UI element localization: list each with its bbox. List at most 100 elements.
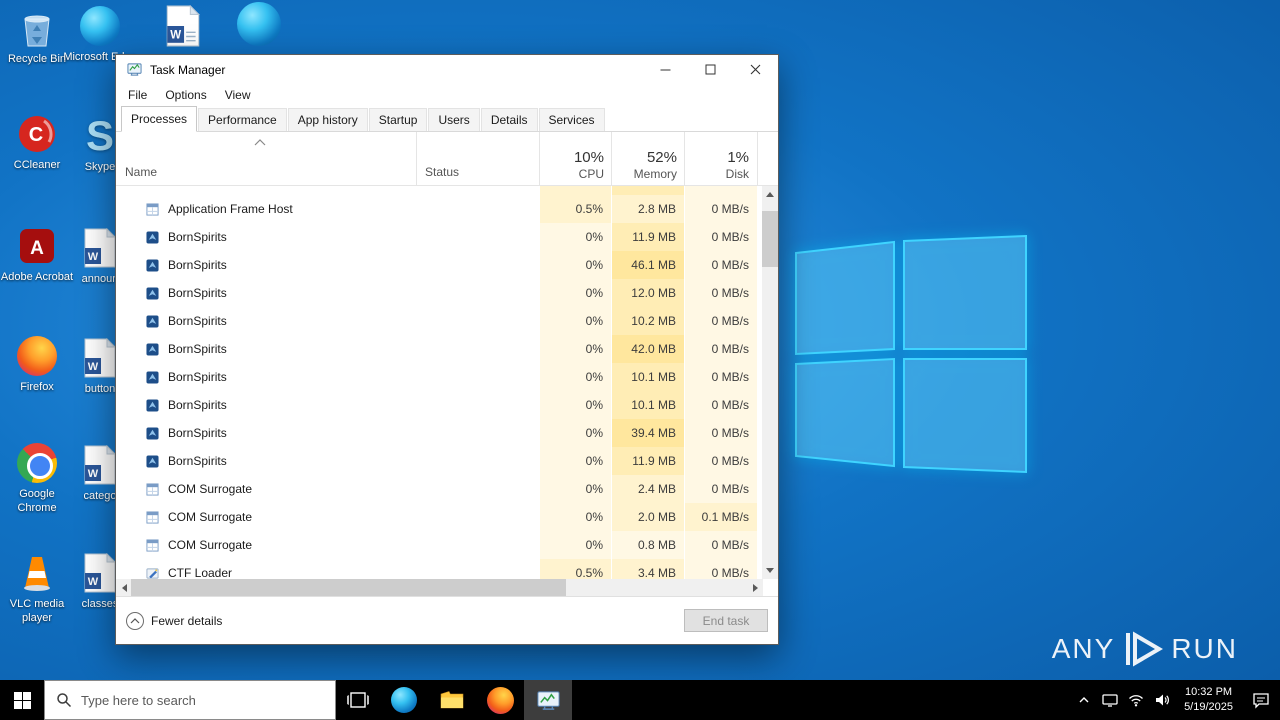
svg-text:A: A [30,238,44,259]
process-row[interactable]: BornSpirits 0% 11.9 MB 0 MB/s [116,447,763,475]
chrome-icon [15,441,59,485]
taskbar-file-explorer-button[interactable] [428,680,476,720]
process-row[interactable]: CTF Loader 0.5% 3.4 MB 0 MB/s [116,559,763,579]
column-header-cpu[interactable]: 10% CPU [539,149,604,181]
process-name: BornSpirits [168,398,227,412]
process-status [416,279,539,307]
anyrun-logo-icon [1123,630,1164,668]
process-status [416,503,539,531]
column-headers: Name Status 10% CPU 52% Memory 1% Disk [116,132,778,186]
process-cpu-value: 0% [539,251,611,279]
windows-start-icon [13,691,31,709]
tab-services[interactable]: Services [538,108,605,131]
process-row[interactable]: COM Surrogate 0% 2.0 MB 0.1 MB/s [116,503,763,531]
scroll-left-arrow[interactable] [116,579,132,596]
vertical-scrollbar[interactable] [762,186,778,579]
process-icon [146,426,159,440]
fewer-details-label: Fewer details [151,613,223,628]
column-header-memory[interactable]: 52% Memory [611,149,677,181]
menu-view[interactable]: View [216,88,260,102]
task-manager-app-icon [127,62,142,77]
network-tray-icon[interactable] [1123,680,1149,720]
vertical-scroll-thumb[interactable] [762,211,778,267]
process-row[interactable]: BornSpirits 0% 39.4 MB 0 MB/s [116,419,763,447]
column-header-name[interactable]: Name [125,165,157,179]
scroll-right-arrow[interactable] [747,579,763,596]
taskbar-search-box[interactable] [44,680,336,720]
menu-file[interactable]: File [119,88,156,102]
start-button[interactable] [0,680,44,720]
tab-app-history[interactable]: App history [287,108,368,131]
process-disk-value [684,186,757,195]
fewer-details-toggle[interactable]: Fewer details [126,611,223,630]
horizontal-scrollbar[interactable] [116,579,763,596]
process-status [416,447,539,475]
process-row[interactable]: COM Surrogate 0% 0.8 MB 0 MB/s [116,531,763,559]
process-row[interactable] [116,186,763,195]
task-manager-icon [536,688,561,713]
menu-bar: File Options View [116,84,778,106]
process-status [416,363,539,391]
column-header-disk[interactable]: 1% Disk [684,149,749,181]
process-row[interactable]: BornSpirits 0% 46.1 MB 0 MB/s [116,251,763,279]
scroll-up-arrow[interactable] [762,186,778,203]
end-task-button[interactable]: End task [684,609,768,632]
process-row[interactable]: BornSpirits 0% 12.0 MB 0 MB/s [116,279,763,307]
desktop-icon-edge-2[interactable] [222,2,296,49]
process-status [416,419,539,447]
taskbar-task-manager-button[interactable] [524,680,572,720]
tab-startup[interactable]: Startup [368,108,428,131]
process-disk-value: 0 MB/s [684,307,757,335]
memory-total: 52% [646,149,677,166]
search-input[interactable] [81,692,301,708]
process-row[interactable]: BornSpirits 0% 42.0 MB 0 MB/s [116,335,763,363]
horizontal-scroll-thumb[interactable] [131,579,566,596]
volume-tray-icon[interactable] [1149,680,1175,720]
process-row[interactable]: COM Surrogate 0% 2.4 MB 0 MB/s [116,475,763,503]
tab-details[interactable]: Details [480,108,538,131]
menu-options[interactable]: Options [156,88,215,102]
process-name: BornSpirits [168,314,227,328]
process-row[interactable]: Application Frame Host 0.5% 2.8 MB 0 MB/… [116,195,763,223]
desktop-icon-word-document[interactable]: W [146,4,220,51]
taskbar-firefox-button[interactable] [476,680,524,720]
task-view-button[interactable] [336,680,380,720]
clock-date: 5/19/2025 [1184,701,1233,713]
process-memory-value: 3.4 MB [611,559,684,579]
column-header-status[interactable]: Status [425,165,459,179]
vlc-icon [15,551,59,595]
process-cpu-value: 0% [539,475,611,503]
display-tray-icon[interactable] [1097,680,1123,720]
taskbar-edge-button[interactable] [380,680,428,720]
process-memory-value: 2.0 MB [611,503,684,531]
process-disk-value: 0 MB/s [684,419,757,447]
tab-processes[interactable]: Processes [121,106,198,132]
tab-performance[interactable]: Performance [198,108,287,131]
process-name: BornSpirits [168,258,227,272]
svg-text:W: W [170,30,181,42]
taskbar-clock[interactable]: 10:32 PM 5/19/2025 [1175,685,1242,715]
maximize-button[interactable] [688,55,733,84]
close-button[interactable] [733,55,778,84]
anyrun-text-right: RUN [1171,633,1238,664]
process-cpu-value: 0% [539,307,611,335]
process-row[interactable]: BornSpirits 0% 10.2 MB 0 MB/s [116,307,763,335]
minimize-button[interactable] [643,55,688,84]
hidden-icons-chevron[interactable] [1071,680,1097,720]
process-row[interactable]: BornSpirits 0% 11.9 MB 0 MB/s [116,223,763,251]
scroll-down-arrow[interactable] [762,562,778,579]
process-cpu-value: 0% [539,363,611,391]
search-icon [56,692,72,708]
windows-logo [790,234,1030,485]
process-row[interactable]: BornSpirits 0% 10.1 MB 0 MB/s [116,363,763,391]
task-manager-window: Task Manager File Options View Processes… [115,54,779,645]
title-bar[interactable]: Task Manager [116,55,778,84]
process-memory-value: 2.8 MB [611,195,684,223]
process-icon [146,538,159,552]
process-memory-value: 42.0 MB [611,335,684,363]
action-center-button[interactable] [1242,680,1280,720]
edge-icon [237,2,281,46]
process-row[interactable]: BornSpirits 0% 10.1 MB 0 MB/s [116,391,763,419]
tab-users[interactable]: Users [428,108,480,131]
process-memory-value: 10.2 MB [611,307,684,335]
